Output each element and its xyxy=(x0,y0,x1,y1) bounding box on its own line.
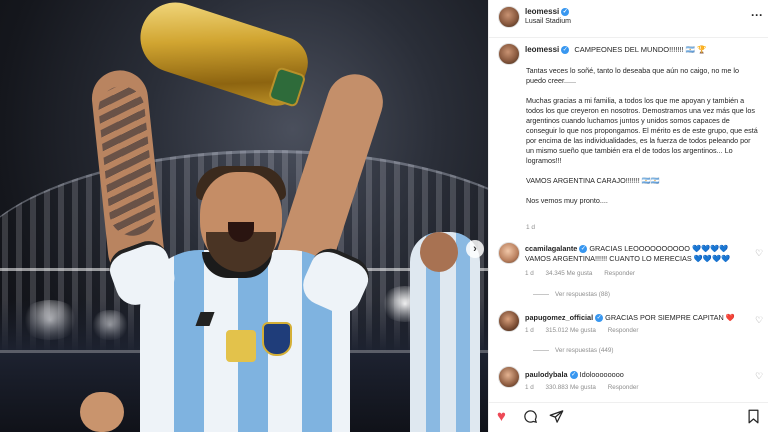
afa-crest xyxy=(262,322,292,356)
comment-username[interactable]: ccamilagalante xyxy=(525,244,577,253)
reply-button[interactable]: Responder xyxy=(608,327,639,334)
comment-avatar[interactable] xyxy=(498,310,520,332)
caption-paragraph: Tantas veces lo soñé, tanto lo deseaba q… xyxy=(526,66,739,85)
comment-avatar[interactable] xyxy=(498,242,520,264)
bookmark-icon[interactable] xyxy=(747,409,760,428)
more-options-icon[interactable]: ··· xyxy=(751,8,763,22)
comment-meta: 1 d 315.012 Me gusta Responder xyxy=(525,327,649,334)
post-photo[interactable]: › xyxy=(0,0,488,432)
fan-hand xyxy=(80,392,124,432)
verified-badge-icon: ✓ xyxy=(579,245,588,254)
comment-likes[interactable]: 330.883 Me gusta xyxy=(546,384,596,391)
verified-badge-icon: ✓ xyxy=(561,7,570,16)
comment-icon[interactable] xyxy=(523,409,538,428)
caption-header: leomessi ✓ CAMPEONES DEL MUNDO!!!!!!! 🇦🇷 … xyxy=(525,45,707,55)
comment-meta: 1 d 330.883 Me gusta Responder xyxy=(525,384,649,391)
comment-username[interactable]: paulodybala xyxy=(525,370,568,379)
comment-like-heart-icon[interactable]: ♡ xyxy=(755,371,763,382)
comment-message: Idoloooooooo xyxy=(579,370,624,379)
chevron-right-icon[interactable]: › xyxy=(466,240,484,258)
comment-likes[interactable]: 34.345 Me gusta xyxy=(546,270,593,277)
post-side-panel: leomessi ✓ Lusail Stadium ··· leomessi ✓ C… xyxy=(488,0,768,432)
instagram-post-view: › leomessi ✓ Lusail Stadium ··· leomessi ✓… xyxy=(0,0,768,432)
post-location[interactable]: Lusail Stadium xyxy=(525,18,571,25)
caption-paragraph: VAMOS ARGENTINA CARAJO!!!!!!! 🇦🇷🇦🇷 xyxy=(526,176,660,185)
view-replies-link[interactable]: Ver respuestas (449) xyxy=(533,347,613,354)
caption-body: Tantas veces lo soñé, tanto lo deseaba q… xyxy=(526,66,758,216)
author-avatar[interactable] xyxy=(498,6,520,28)
caption-timestamp: 1 d xyxy=(526,224,536,231)
champion-badge xyxy=(226,330,256,362)
comment-meta: 1 d 34.345 Me gusta Responder xyxy=(525,270,645,277)
comment-username[interactable]: papugomez_official xyxy=(525,313,593,322)
verified-badge-icon: ✓ xyxy=(561,46,570,55)
send-icon[interactable] xyxy=(549,409,564,428)
comment-time: 1 d xyxy=(525,384,534,391)
comment-time: 1 d xyxy=(525,270,534,277)
caption-paragraph: Muchas gracias a mi familia, a todos los… xyxy=(526,96,758,165)
comment-avatar[interactable] xyxy=(498,366,520,388)
author-username[interactable]: leomessi ✓ xyxy=(525,7,570,16)
comment-text: paulodybala ✓ Idoloooooooo xyxy=(525,370,745,380)
reply-button[interactable]: Responder xyxy=(604,270,635,277)
background-player-head xyxy=(420,232,458,272)
caption-paragraph: Nos vemos muy pronto.... xyxy=(526,196,608,205)
post-header: leomessi ✓ Lusail Stadium ··· xyxy=(489,0,768,38)
comment-text: ccamilagalante ✓ GRACIAS LEOOOOOOOOOO 💙💙💙… xyxy=(525,244,745,264)
comment-like-heart-icon[interactable]: ♡ xyxy=(755,248,763,259)
reply-button[interactable]: Responder xyxy=(608,384,639,391)
comment-time: 1 d xyxy=(525,327,534,334)
caption-headline: CAMPEONES DEL MUNDO!!!!!!! 🇦🇷 🏆 xyxy=(574,45,707,54)
verified-badge-icon: ✓ xyxy=(569,371,578,380)
post-action-bar: ♥ xyxy=(489,402,768,432)
view-replies-link[interactable]: Ver respuestas (88) xyxy=(533,291,610,298)
heart-filled-icon[interactable]: ♥ xyxy=(497,409,506,425)
verified-badge-icon: ✓ xyxy=(595,314,604,323)
comment-text: papugomez_official ✓ GRACIAS POR SIEMPRE … xyxy=(525,313,745,323)
caption-avatar[interactable] xyxy=(498,43,520,65)
comment-message: GRACIAS POR SIEMPRE CAPITAN ❤️ xyxy=(605,313,735,322)
comment-like-heart-icon[interactable]: ♡ xyxy=(755,315,763,326)
comment-likes[interactable]: 315.012 Me gusta xyxy=(546,327,596,334)
caption-username[interactable]: leomessi xyxy=(525,45,559,54)
